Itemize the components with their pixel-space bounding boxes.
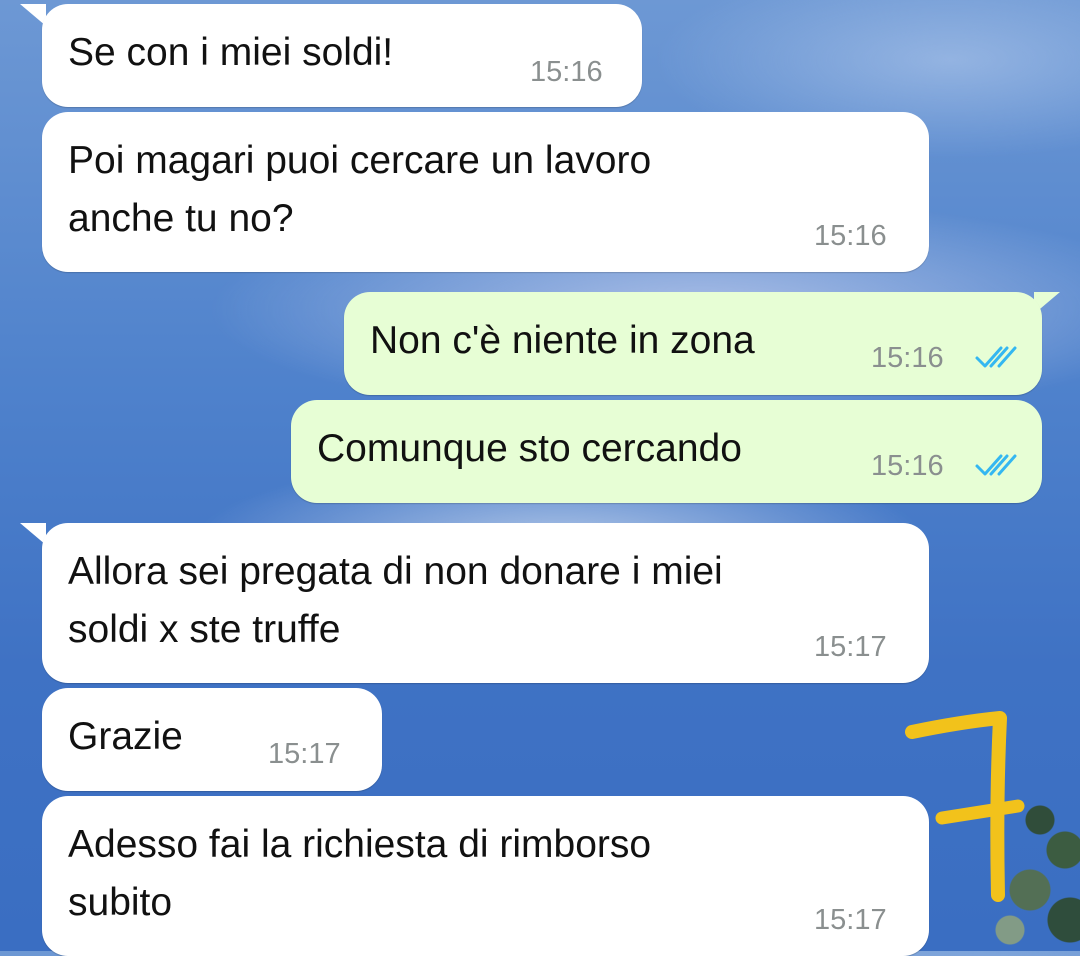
message-bubble-incoming[interactable]: Grazie 15:17 (42, 688, 382, 791)
message-bubble-incoming[interactable]: Poi magari puoi cercare un lavoro anche … (42, 112, 929, 272)
message-time: 15:17 (814, 904, 887, 936)
message-time: 15:17 (814, 631, 887, 663)
message-bubble-outgoing[interactable]: Comunque sto cercando 15:16 (291, 400, 1042, 503)
message-text: Grazie (68, 715, 183, 758)
message-text-line2: anche tu no? (68, 197, 294, 240)
message-time: 15:16 (871, 450, 944, 482)
read-receipt-icon (975, 346, 1017, 368)
message-text-line2: soldi x ste truffe (68, 608, 341, 651)
handwritten-seven-annotation (905, 711, 1025, 902)
message-text-line2: subito (68, 881, 173, 924)
message-text: Adesso fai la richiesta di rimborso (68, 823, 652, 866)
message-text: Allora sei pregata di non donare i miei (68, 550, 723, 593)
message-time: 15:16 (814, 220, 887, 252)
message-time: 15:16 (871, 342, 944, 374)
message-bubble-outgoing[interactable]: Non c'è niente in zona 15:16 (344, 292, 1042, 395)
message-text: Non c'è niente in zona (370, 319, 755, 362)
message-bubble-incoming[interactable]: Adesso fai la richiesta di rimborso subi… (42, 796, 929, 956)
message-time: 15:16 (530, 56, 603, 88)
read-receipt-icon (975, 454, 1017, 476)
message-text: Poi magari puoi cercare un lavoro (68, 139, 652, 182)
message-bubble-incoming[interactable]: Allora sei pregata di non donare i miei … (42, 523, 929, 683)
message-text: Comunque sto cercando (317, 427, 742, 470)
message-text: Se con i miei soldi! (68, 31, 394, 74)
message-bubble-incoming[interactable]: Se con i miei soldi! 15:16 (42, 4, 642, 107)
message-time: 15:17 (268, 738, 341, 770)
